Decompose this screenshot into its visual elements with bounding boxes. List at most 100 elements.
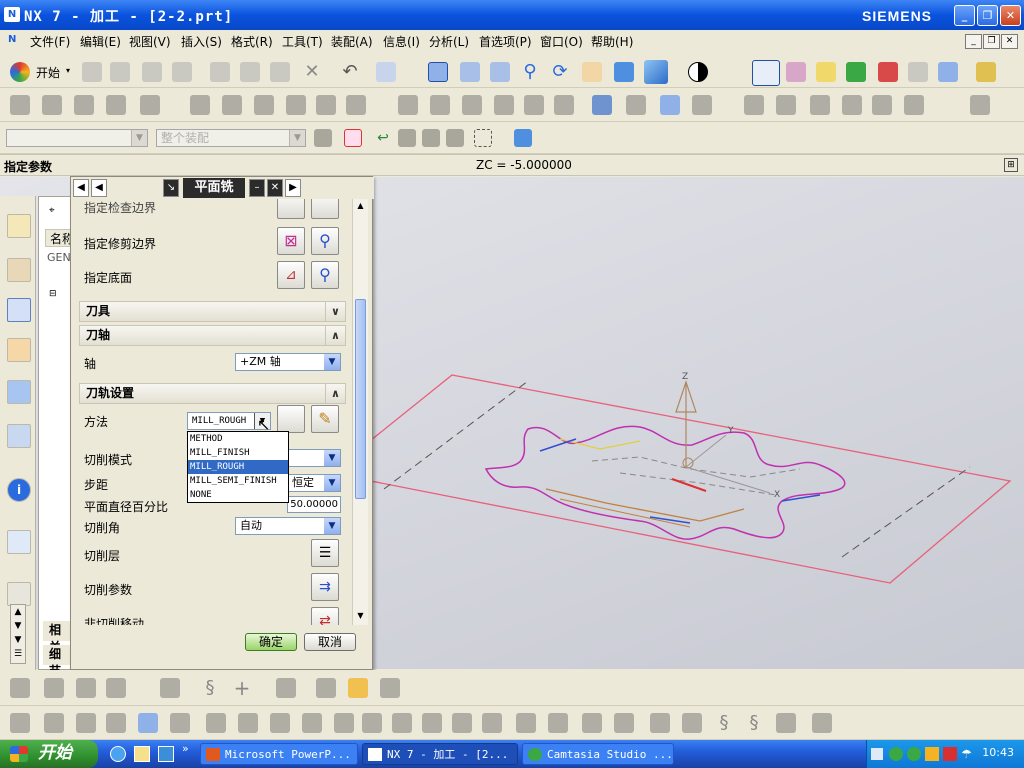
copy-icon[interactable] <box>240 62 260 82</box>
menu-preferences[interactable]: 首选项(P) <box>479 33 532 50</box>
feature-tool-14-icon[interactable] <box>422 713 442 733</box>
tree-expand-icon[interactable]: ⊟ <box>49 289 57 299</box>
cut-levels-button[interactable]: ☰ <box>311 539 339 567</box>
sketch-icon[interactable] <box>872 95 892 115</box>
info-list-icon[interactable] <box>660 95 680 115</box>
collapse-icon[interactable]: – <box>249 179 265 197</box>
dialog-close-icon[interactable]: ✕ <box>267 179 283 197</box>
wcs-icon[interactable] <box>752 60 780 86</box>
task-powerpoint[interactable]: Microsoft PowerP... <box>200 743 358 765</box>
verify-icon[interactable] <box>346 95 366 115</box>
feature-icon[interactable] <box>810 95 830 115</box>
paste-icon[interactable] <box>270 62 290 82</box>
menu-info[interactable]: 信息(I) <box>383 33 420 50</box>
path-settings-section-header[interactable]: 刀轨设置 ∧ <box>79 383 346 404</box>
start-icon[interactable] <box>10 62 30 82</box>
feature-tool-24-icon[interactable] <box>812 713 832 733</box>
postprocess-icon[interactable] <box>878 62 898 82</box>
feature-tool-3-icon[interactable] <box>76 713 96 733</box>
start-menu-button[interactable]: 开始 <box>36 64 60 81</box>
history-icon[interactable] <box>7 424 31 448</box>
feature-tool-9-icon[interactable] <box>270 713 290 733</box>
create-program-icon[interactable] <box>140 95 160 115</box>
assembly-navigator-icon[interactable] <box>7 214 31 238</box>
next-arrow-icon[interactable]: ▶ <box>285 179 301 197</box>
details-panel-tab[interactable]: 细节 <box>43 645 71 678</box>
extrude-tool-icon[interactable] <box>160 678 180 698</box>
pin-icon[interactable]: ⌖ <box>49 205 55 216</box>
snap-point-icon[interactable] <box>344 129 362 147</box>
dialog-title-bar[interactable]: ◀ ◀ ↘ 平面铣 – ✕ ▶ <box>71 177 374 199</box>
feature-tool-19-icon[interactable] <box>582 713 602 733</box>
zoom-window-icon[interactable] <box>460 62 480 82</box>
block-icon[interactable] <box>970 95 990 115</box>
delete-icon[interactable]: ✕ <box>302 62 322 82</box>
create-geometry-icon[interactable] <box>222 95 242 115</box>
rotate-icon[interactable]: ⟳ <box>550 62 570 82</box>
reset-icon[interactable]: ↘ <box>163 179 179 197</box>
cancel-button[interactable]: 取消 <box>304 633 356 651</box>
doc-icon[interactable]: N <box>8 34 22 46</box>
link-tool-icon[interactable]: § <box>200 678 220 698</box>
group-icon[interactable] <box>776 95 796 115</box>
keyboard-icon[interactable] <box>871 748 883 760</box>
feature-tool-23-icon[interactable] <box>776 713 796 733</box>
shaded-view-icon[interactable] <box>644 60 668 84</box>
menu-tools[interactable]: 工具(T) <box>282 33 323 50</box>
stepover-select[interactable]: 恒定 ▼ <box>287 474 341 492</box>
update-tray-icon[interactable] <box>925 747 939 761</box>
ok-button[interactable]: 确定 <box>245 633 297 651</box>
datum-tool-icon[interactable] <box>316 678 336 698</box>
related-panel-tab[interactable]: 相关 <box>43 621 71 654</box>
quick-launch-chevron-icon[interactable]: » <box>182 742 189 755</box>
feature-tool-7-icon[interactable] <box>206 713 226 733</box>
path-filter-icon[interactable] <box>494 95 514 115</box>
feature-tool-6-icon[interactable] <box>170 713 190 733</box>
menu-edit[interactable]: 编辑(E) <box>80 33 121 50</box>
block-tool-icon[interactable] <box>348 678 368 698</box>
machine-view-icon[interactable] <box>42 95 62 115</box>
resize-icon[interactable]: ⊞ <box>1004 158 1018 172</box>
task-nx[interactable]: NX 7 - 加工 - [2... <box>362 743 518 765</box>
open-icon[interactable] <box>110 62 130 82</box>
ie-icon[interactable] <box>110 746 126 762</box>
path-display-icon[interactable] <box>462 95 482 115</box>
point-tool-icon[interactable]: + <box>232 678 252 698</box>
feature-link-icon[interactable]: § <box>714 713 734 733</box>
method-option[interactable]: MILL_SEMI_FINISH <box>188 474 288 488</box>
prev-arrow-icon[interactable]: ◀ <box>73 179 89 197</box>
close-button[interactable]: ✕ <box>1000 5 1021 26</box>
feature-tool-1-icon[interactable] <box>10 713 30 733</box>
feed-rate-icon[interactable] <box>592 95 612 115</box>
feature-tool-22-icon[interactable] <box>682 713 702 733</box>
feature-tool-4-icon[interactable] <box>106 713 126 733</box>
method-view-icon[interactable] <box>106 95 126 115</box>
cube-select-icon[interactable] <box>514 129 532 147</box>
feature-tool-18-icon[interactable] <box>548 713 568 733</box>
shop-doc-icon[interactable] <box>908 62 928 82</box>
render-style-icon[interactable] <box>688 62 708 82</box>
feature-link-2-icon[interactable]: § <box>744 713 764 733</box>
new-icon[interactable] <box>82 62 102 82</box>
scroll-thumb[interactable] <box>355 299 366 499</box>
endpoint-icon[interactable] <box>398 129 416 147</box>
reuse-library-icon[interactable] <box>7 380 31 404</box>
output-icon[interactable] <box>938 62 958 82</box>
path-transform-icon[interactable] <box>554 95 574 115</box>
solid-tool-icon[interactable] <box>380 678 400 698</box>
scroll-up-icon[interactable]: ▲ <box>355 201 366 212</box>
operation-navigator-icon[interactable] <box>7 298 31 322</box>
roles-icon[interactable] <box>7 582 31 606</box>
geometry-view-icon[interactable] <box>74 95 94 115</box>
rect-select-icon[interactable] <box>474 129 492 147</box>
tree-root[interactable]: GEN <box>47 251 71 264</box>
spindle-icon[interactable] <box>626 95 646 115</box>
feature-tool-21-icon[interactable] <box>650 713 670 733</box>
new-method-button[interactable] <box>277 405 305 433</box>
part-navigator-icon[interactable] <box>7 258 31 282</box>
scroll-down-icon[interactable]: ▼ <box>355 611 366 622</box>
create-operation-icon[interactable] <box>286 95 306 115</box>
menu-insert[interactable]: 插入(S) <box>181 33 222 50</box>
fit-icon[interactable] <box>428 62 448 82</box>
feature-tool-17-icon[interactable] <box>516 713 536 733</box>
